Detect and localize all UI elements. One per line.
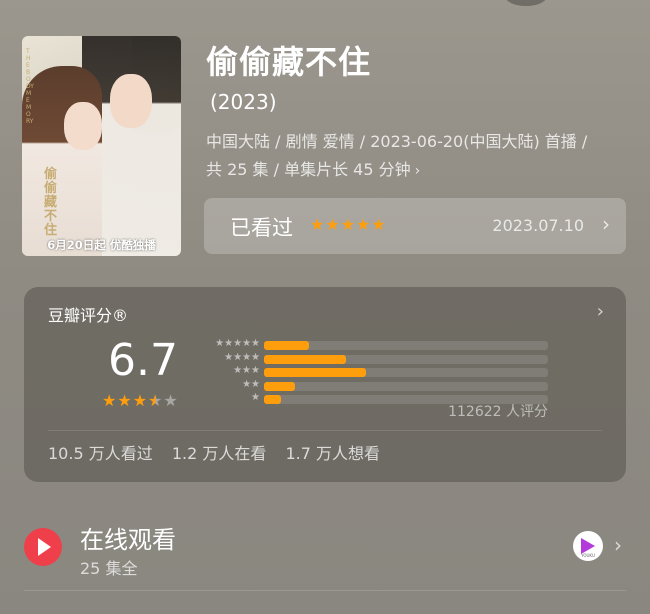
rating-bar-fill — [264, 395, 282, 404]
rating-bar-row: ★★★★★ — [200, 338, 550, 352]
rating-bar-stars-icon: ★★★★★ — [215, 338, 260, 349]
play-icon[interactable] — [24, 528, 62, 566]
my-rating-stars-icon: ★★★★★ — [310, 215, 387, 234]
divider — [24, 590, 626, 591]
rating-bar-row: ★★★★ — [200, 351, 550, 366]
rating-count: 112622 人评分 — [448, 404, 548, 420]
rating-bar-fill — [264, 341, 310, 350]
watched-status-button[interactable]: 已看过 ★★★★★ 2023.07.10 › — [204, 198, 626, 254]
rating-stars-icon: ★★★★★ — [102, 391, 179, 410]
chevron-right-icon: › — [602, 212, 610, 236]
poster-image[interactable]: 偷偷藏不住 THE BODY MEMORY 6月20日起 优酷独播 — [22, 36, 181, 256]
rating-bar-track — [264, 341, 548, 350]
rating-bar-fill — [264, 354, 347, 364]
rating-bar-stars-icon: ★★ — [242, 378, 260, 390]
watched-date: 2023.07.10 — [492, 216, 584, 235]
rating-bar-stars-icon: ★★★★ — [224, 351, 260, 363]
watch-online-subtitle: 25 集全 — [80, 559, 138, 578]
poster-vertical-small: THE BODY MEMORY — [26, 48, 34, 125]
chevron-right-icon[interactable]: › — [597, 301, 604, 322]
rating-bar-stars-icon: ★ — [251, 392, 260, 403]
meta-line-2: 共 25 集 / 单集片长 45 分钟 › — [206, 160, 421, 179]
youku-icon[interactable]: YOUKU — [573, 531, 603, 561]
top-decoration — [505, 0, 547, 6]
rating-score: 6.7 — [108, 335, 178, 386]
show-year: (2023) — [210, 90, 277, 114]
rating-bar-track — [264, 354, 548, 364]
rating-bar-fill — [264, 368, 367, 377]
rating-bar-track — [264, 368, 548, 377]
rating-bar-row: ★★★ — [200, 365, 550, 379]
rating-distribution: ★★★★★ ★★★★ ★★★ ★★ ★ — [200, 338, 550, 407]
chevron-right-icon[interactable]: › — [614, 533, 622, 557]
rating-bar-row: ★★ — [200, 378, 550, 393]
divider — [48, 430, 602, 431]
chevron-right-icon: › — [414, 163, 421, 179]
meta-line-1: 中国大陆 / 剧情 爱情 / 2023-06-20(中国大陆) 首播 / — [206, 132, 588, 151]
poster-vertical-title: 偷偷藏不住 — [44, 167, 58, 238]
poster-caption: 6月20日起 优酷独播 — [47, 238, 156, 252]
stat-watching: 1.2 万人在看 — [171, 444, 267, 463]
stat-want-to-watch: 1.7 万人想看 — [285, 444, 380, 463]
watch-stats: 10.5 万人看过 1.2 万人在看 1.7 万人想看 — [48, 440, 394, 464]
rating-bar-track — [264, 381, 548, 391]
watch-online-title[interactable]: 在线观看 — [80, 520, 176, 555]
rating-title: 豆瓣评分® — [48, 306, 129, 325]
rating-bar-fill — [264, 381, 296, 391]
watched-label: 已看过 — [230, 216, 293, 240]
show-meta[interactable]: 中国大陆 / 剧情 爱情 / 2023-06-20(中国大陆) 首播 / 共 2… — [206, 128, 626, 185]
show-title: 偷偷藏不住 — [206, 43, 372, 81]
douban-rating-card[interactable]: 豆瓣评分® › 6.7 ★★★★★ ★★★★★ ★★★★ ★★★ ★★ ★ 112622… — [24, 287, 626, 482]
stat-watched: 10.5 万人看过 — [48, 444, 153, 463]
rating-bar-stars-icon: ★★★ — [233, 365, 260, 376]
